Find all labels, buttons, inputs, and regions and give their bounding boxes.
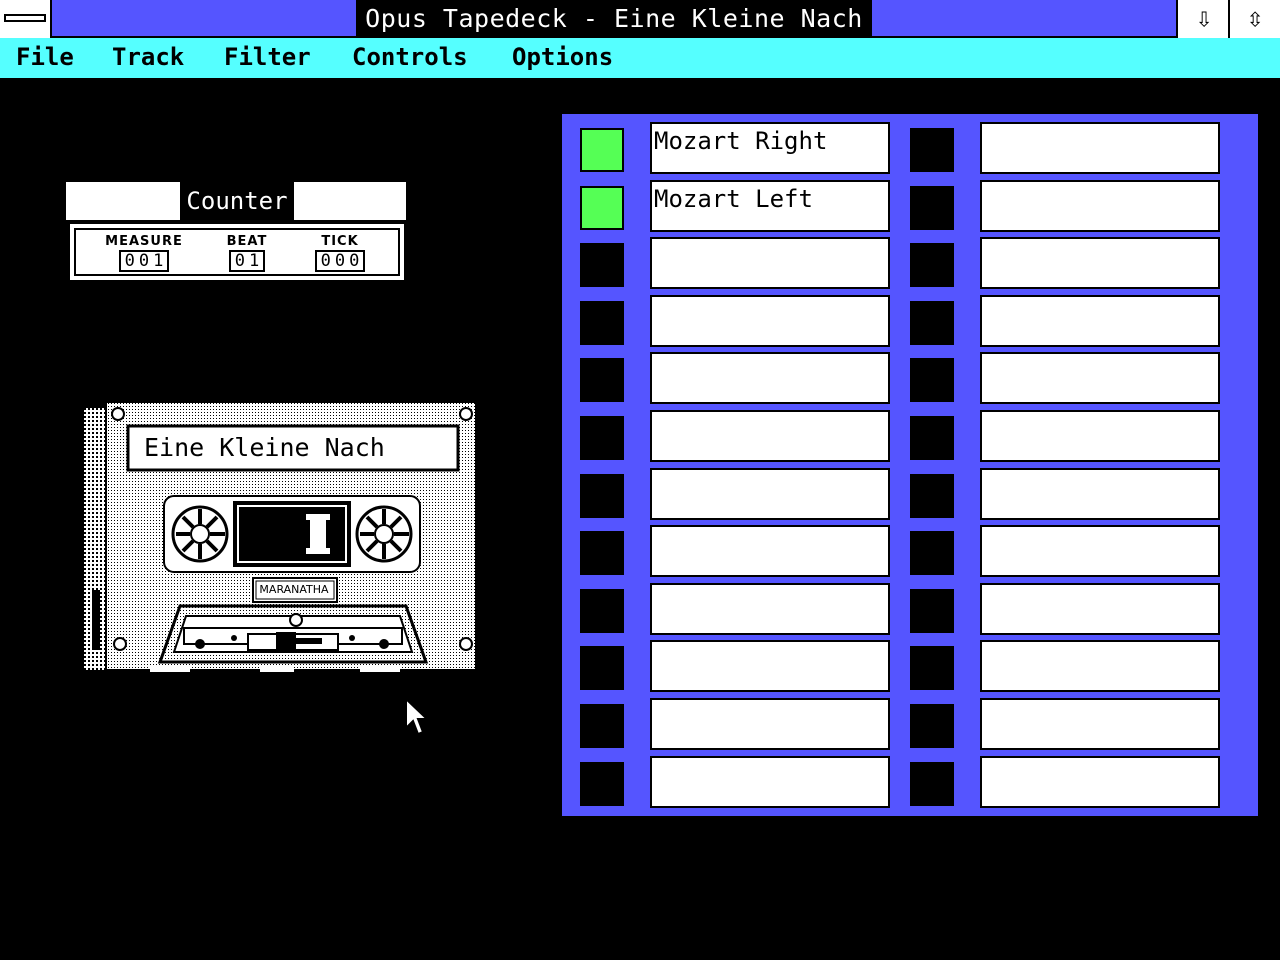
track-right-12-toggle[interactable] [910,762,954,806]
track-right-11-toggle[interactable] [910,704,954,748]
track-right-4-name[interactable] [980,295,1220,347]
track-right-2-name[interactable] [980,180,1220,232]
tick-group: TICK 000 [300,234,380,272]
track-left-9-name[interactable] [650,583,890,635]
track-right-6-toggle[interactable] [910,416,954,460]
menu-controls[interactable]: Controls [352,38,468,78]
track-left-4-toggle[interactable] [580,301,624,345]
track-panel: Mozart Right Mozart Left [562,114,1258,816]
mouse-cursor-icon [405,698,429,736]
menu-track[interactable]: Track [112,38,184,78]
menu-bar: File Track Filter Controls Options [0,38,1280,78]
track-left-12-toggle[interactable] [580,762,624,806]
track-left-6-name[interactable] [650,410,890,462]
beat-label: BEAT [226,234,268,249]
cassette-brand: MARANATHA [259,583,329,596]
title-bar: Opus Tapedeck - Eine Kleine Nach ⇩ ⇳ [0,0,1280,38]
track-left-3-name[interactable] [650,237,890,289]
track-left-5-name[interactable] [650,352,890,404]
track-left-7-toggle[interactable] [580,474,624,518]
measure-label: MEASURE [105,234,183,249]
track-right-5-name[interactable] [980,352,1220,404]
track-left-12-name[interactable] [650,756,890,808]
track-right-4-toggle[interactable] [910,301,954,345]
measure-group: MEASURE 001 [94,234,194,272]
counter-panel: MEASURE 001 BEAT 01 TICK 000 [70,224,404,280]
track-left-1-name[interactable]: Mozart Right [650,122,890,174]
track-left-2-name[interactable]: Mozart Left [650,180,890,232]
track-left-11-name[interactable] [650,698,890,750]
track-left-5-toggle[interactable] [580,358,624,402]
minimize-button[interactable]: ⇩ [1176,0,1230,38]
track-left-8-name[interactable] [650,525,890,577]
tick-label: TICK [321,234,359,249]
tick-value: 000 [314,250,366,272]
system-menu-button[interactable] [0,0,52,38]
track-left-1-toggle[interactable] [580,128,624,172]
track-left-11-toggle[interactable] [580,704,624,748]
measure-value: 001 [118,250,170,272]
track-right-9-toggle[interactable] [910,589,954,633]
track-left-3-toggle[interactable] [580,243,624,287]
menu-file[interactable]: File [16,38,74,78]
track-right-1-toggle[interactable] [910,128,954,172]
track-left-7-name[interactable] [650,468,890,520]
track-right-9-name[interactable] [980,583,1220,635]
window-title: Opus Tapedeck - Eine Kleine Nach [356,0,872,38]
track-left-10-toggle[interactable] [580,646,624,690]
track-right-12-name[interactable] [980,756,1220,808]
track-right-3-name[interactable] [980,237,1220,289]
maximize-button[interactable]: ⇳ [1228,0,1280,38]
track-left-8-toggle[interactable] [580,531,624,575]
down-arrow-icon: ⇩ [1195,1,1213,34]
track-right-6-name[interactable] [980,410,1220,462]
track-right-2-toggle[interactable] [910,186,954,230]
cassette-label: Eine Kleine Nach [144,433,385,462]
track-right-5-toggle[interactable] [910,358,954,402]
counter-frame: MEASURE 001 BEAT 01 TICK 000 [74,228,400,276]
track-left-6-toggle[interactable] [580,416,624,460]
menu-options[interactable]: Options [512,38,613,78]
beat-group: BEAT 01 [212,234,282,272]
track-right-10-toggle[interactable] [910,646,954,690]
track-right-3-toggle[interactable] [910,243,954,287]
track-left-2-toggle[interactable] [580,186,624,230]
menu-filter[interactable]: Filter [224,38,311,78]
track-right-1-name[interactable] [980,122,1220,174]
track-right-7-toggle[interactable] [910,474,954,518]
track-right-7-name[interactable] [980,468,1220,520]
system-menu-icon [4,14,46,22]
up-down-arrow-icon: ⇳ [1246,1,1264,34]
track-right-10-name[interactable] [980,640,1220,692]
track-right-8-toggle[interactable] [910,531,954,575]
track-left-9-toggle[interactable] [580,589,624,633]
beat-value: 01 [228,250,266,272]
counter-title: Counter [180,182,294,220]
track-right-11-name[interactable] [980,698,1220,750]
track-left-10-name[interactable] [650,640,890,692]
track-left-4-name[interactable] [650,295,890,347]
track-right-8-name[interactable] [980,525,1220,577]
